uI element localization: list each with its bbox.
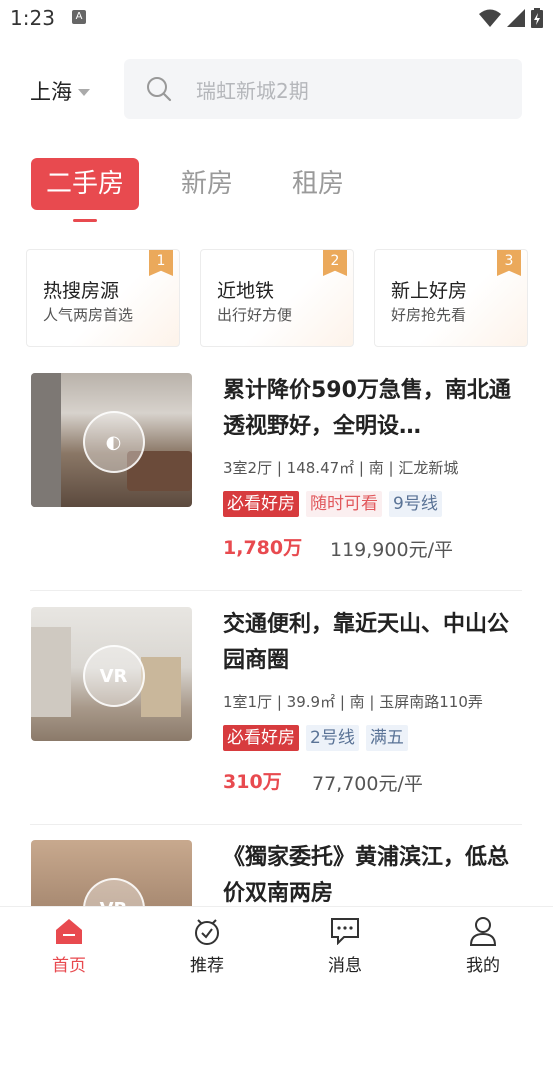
rank-badge: 2 — [323, 250, 347, 276]
profile-icon — [469, 917, 497, 946]
nav-label: 消息 — [328, 956, 362, 976]
notification-icon: A — [72, 10, 86, 24]
chevron-down-icon — [78, 88, 90, 96]
nav-label: 我的 — [466, 956, 500, 976]
tab-second-hand[interactable]: 二手房 — [31, 158, 139, 222]
list-item[interactable]: ◐ 累计降价590万急售，南北通透视野好，全明设… 3室2厅 | 148.47㎡… — [0, 373, 553, 607]
vr-icon: ◐ — [82, 411, 145, 473]
nav-messages[interactable]: 消息 — [305, 915, 385, 976]
nav-home[interactable]: 首页 — [29, 915, 109, 976]
listing-price: 1,780万 — [223, 537, 303, 559]
recommend-icon — [195, 919, 219, 945]
status-bar: 1:23 A — [0, 0, 553, 38]
listing-photo: ◐ — [31, 373, 192, 507]
list-item[interactable]: VR 交通便利，靠近天山、中山公园商圈 1室1厅 | 39.9㎡ | 南 | 玉… — [0, 607, 553, 841]
nav-profile[interactable]: 我的 — [443, 915, 523, 976]
quick-card-subtitle: 人气两房首选 — [43, 306, 134, 324]
tag-anytime: 随时可看 — [306, 491, 382, 517]
listing-info: 3室2厅 | 148.47㎡ | 南 | 汇龙新城 — [223, 459, 459, 477]
quick-card-title: 新上好房 — [391, 280, 468, 302]
divider — [30, 824, 522, 825]
wifi-icon — [479, 9, 501, 27]
tag-metro-line: 2号线 — [306, 725, 359, 751]
quick-card-title: 近地铁 — [217, 280, 275, 302]
listing-unit-price: 119,900元/平 — [330, 539, 453, 561]
status-icons — [479, 8, 543, 28]
rank-badge: 1 — [149, 250, 173, 276]
rank-badge: 3 — [497, 250, 521, 276]
quick-cards: 热搜房源 人气两房首选 1 近地铁 出行好方便 2 新上好房 好房抢先看 3 — [0, 249, 553, 347]
nav-recommend[interactable]: 推荐 — [167, 915, 247, 976]
tab-new-homes[interactable]: 新房 — [181, 158, 233, 210]
nav-label: 推荐 — [190, 956, 224, 976]
tag-metro-line: 9号线 — [389, 491, 442, 517]
quick-card-title: 热搜房源 — [43, 280, 120, 302]
tag-five-years: 满五 — [365, 725, 408, 751]
listing-info: 1室1厅 | 39.9㎡ | 南 | 玉屏南路110弄 — [223, 693, 483, 711]
city-selector[interactable]: 上海 — [30, 76, 90, 106]
listing-title: 累计降价590万急售，南北通透视野好，全明设… — [223, 378, 511, 439]
quick-card-subway[interactable]: 近地铁 出行好方便 2 — [200, 249, 354, 347]
nav-label: 首页 — [52, 956, 86, 976]
quick-card-hot[interactable]: 热搜房源 人气两房首选 1 — [26, 249, 180, 347]
listing-title: 交通便利，靠近天山、中山公园商圈 — [223, 612, 510, 673]
search-icon — [147, 77, 172, 102]
listing-unit-price: 77,700元/平 — [312, 773, 423, 795]
listing-photo: VR — [31, 607, 192, 741]
listing-title: 《獨家委托》黄浦滨江，低总价双南两房 — [223, 845, 510, 906]
search-placeholder: 瑞虹新城2期 — [196, 78, 309, 103]
quick-card-new[interactable]: 新上好房 好房抢先看 3 — [374, 249, 528, 347]
home-icon — [56, 919, 82, 944]
header: 上海 瑞虹新城2期 — [0, 58, 553, 120]
search-bar[interactable]: 瑞虹新城2期 — [124, 59, 522, 119]
listing-tags: 必看好房 2号线 满五 — [223, 725, 408, 751]
quick-card-subtitle: 出行好方便 — [217, 306, 293, 324]
category-tabs: 二手房 新房 租房 — [0, 158, 553, 228]
battery-icon — [531, 8, 543, 28]
quick-card-subtitle: 好房抢先看 — [391, 306, 467, 324]
vr-icon: VR — [82, 645, 145, 707]
divider — [30, 590, 522, 591]
city-label: 上海 — [30, 80, 72, 104]
message-icon — [331, 918, 359, 945]
signal-icon — [507, 9, 525, 27]
status-time: 1:23 — [10, 6, 55, 30]
tab-rental[interactable]: 租房 — [292, 158, 344, 210]
listing-price: 310万 — [223, 771, 282, 793]
bottom-nav: 首页 推荐 消息 我的 — [0, 906, 553, 985]
tag-must-see: 必看好房 — [223, 725, 299, 751]
listing-tags: 必看好房 随时可看 9号线 — [223, 491, 442, 517]
tag-must-see: 必看好房 — [223, 491, 299, 517]
